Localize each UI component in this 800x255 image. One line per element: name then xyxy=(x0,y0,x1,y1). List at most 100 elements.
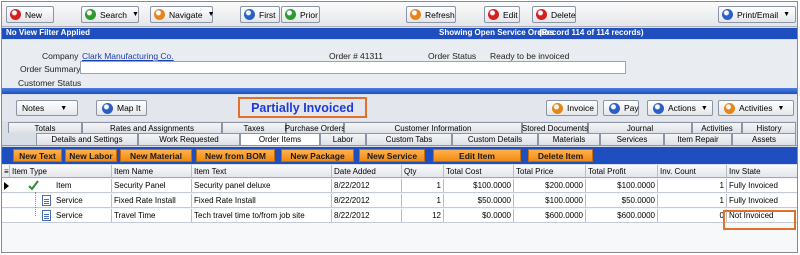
cell-inv-state: Not Invoiced xyxy=(729,211,774,220)
tab-journal[interactable]: Journal xyxy=(588,122,692,133)
cell-total-price: $200.0000 xyxy=(514,179,586,192)
tab-custom-tabs[interactable]: Custom Tabs xyxy=(366,133,452,145)
tab-custom-details[interactable]: Custom Details xyxy=(452,133,538,145)
edit-item-button[interactable]: Edit Item xyxy=(433,149,521,162)
cell-total-profit: $600.0000 xyxy=(586,209,658,222)
tab-totals[interactable]: Totals xyxy=(8,122,82,133)
first-record-icon xyxy=(244,9,255,20)
tab-order-items[interactable]: Order Items xyxy=(240,133,320,145)
tab-stored-documents[interactable]: Stored Documents xyxy=(522,122,588,133)
tab-services[interactable]: Services xyxy=(600,133,664,145)
order-number-label: Order # xyxy=(329,51,358,61)
cell-inv-count: 1 xyxy=(658,179,727,192)
tab-labor[interactable]: Labor xyxy=(320,133,366,145)
new-button[interactable]: New xyxy=(6,6,54,23)
actions-dropdown[interactable]: Actions ▼ xyxy=(647,100,713,116)
cell-total-profit: $100.0000 xyxy=(586,179,658,192)
activities-dropdown[interactable]: Activities ▼ xyxy=(718,100,794,116)
delete-item-button[interactable]: Delete Item xyxy=(528,149,593,162)
column-qty[interactable]: Qty xyxy=(402,165,444,177)
tab-rates-and-assignments[interactable]: Rates and Assignments xyxy=(82,122,222,133)
cell-item-name: Travel Time xyxy=(112,209,192,222)
column-total-price[interactable]: Total Price xyxy=(514,165,586,177)
chevron-down-icon: ▼ xyxy=(783,11,791,18)
new-service-button[interactable]: New Service xyxy=(359,149,425,162)
new-package-button[interactable]: New Package xyxy=(281,149,354,162)
invoice-icon xyxy=(552,102,563,114)
column-total-cost[interactable]: Total Cost xyxy=(444,165,514,177)
item-action-bar: New Text New Labor New Material New from… xyxy=(2,147,797,164)
search-icon xyxy=(85,9,96,20)
cell-total-cost: $100.0000 xyxy=(444,179,514,192)
search-button[interactable]: Search ▼ xyxy=(81,6,139,23)
notes-dropdown[interactable]: Notes ▼ xyxy=(16,100,78,116)
service-order-window: New Search ▼ Navigate ▼ First Prior Refres… xyxy=(1,1,798,253)
column-inv-count[interactable]: Inv. Count xyxy=(658,165,727,177)
delete-button[interactable]: Delete xyxy=(532,6,576,23)
panel-splitter[interactable] xyxy=(2,88,797,94)
cell-date-added: 8/22/2012 xyxy=(332,194,402,207)
new-material-button[interactable]: New Material xyxy=(120,149,192,162)
column-chooser-icon[interactable]: ≡ xyxy=(2,165,10,177)
column-total-profit[interactable]: Total Profit xyxy=(586,165,658,177)
table-row[interactable]: Service Travel Time Tech travel time to/… xyxy=(2,209,797,223)
checkmark-icon xyxy=(28,180,39,191)
company-link[interactable]: Clark Manufacturing Co. xyxy=(82,51,174,61)
tab-purchase-orders[interactable]: Purchase Orders xyxy=(285,122,345,133)
refresh-button[interactable]: Refresh xyxy=(406,6,456,23)
delete-icon xyxy=(536,9,547,20)
column-item-type[interactable]: Item Type xyxy=(10,165,112,177)
edit-button[interactable]: Edit xyxy=(484,6,520,23)
new-text-button[interactable]: New Text xyxy=(13,149,62,162)
document-icon xyxy=(42,210,51,221)
tab-item-repair[interactable]: Item Repair xyxy=(664,133,732,145)
customer-status-label: Customer Status xyxy=(18,78,82,88)
tree-connector xyxy=(35,192,36,216)
print-email-button[interactable]: Print/Email ▼ xyxy=(718,6,796,23)
map-it-button[interactable]: Map It xyxy=(96,100,147,116)
tab-work-requested[interactable]: Work Requested xyxy=(138,133,240,145)
chevron-down-icon: ▼ xyxy=(207,11,215,18)
first-button[interactable]: First xyxy=(240,6,280,23)
cell-inv-count: 0 xyxy=(658,209,727,222)
column-item-text[interactable]: Item Text xyxy=(192,165,332,177)
chevron-down-icon: ▼ xyxy=(700,104,708,112)
printer-icon xyxy=(722,9,733,20)
table-row[interactable]: Item Security Panel Security panel delux… xyxy=(2,179,797,193)
showing-label: Showing Open Service Orders xyxy=(439,28,555,37)
pay-button[interactable]: Pay xyxy=(603,100,639,116)
partially-invoiced-banner: Partially Invoiced xyxy=(238,97,367,118)
chevron-down-icon: ▼ xyxy=(60,104,68,112)
cell-item-text: Tech travel time to/from job site xyxy=(192,209,332,222)
cell-date-added: 8/22/2012 xyxy=(332,179,402,192)
tab-history[interactable]: History xyxy=(742,122,796,133)
main-toolbar: New Search ▼ Navigate ▼ First Prior Refres… xyxy=(2,2,797,27)
filter-status-bar: No View Filter Applied Showing Open Serv… xyxy=(2,28,797,39)
tab-materials[interactable]: Materials xyxy=(538,133,600,145)
new-from-bom-button[interactable]: New from BOM xyxy=(196,149,275,162)
table-row[interactable]: Service Fixed Rate Install Fixed Rate In… xyxy=(2,194,797,208)
new-labor-button[interactable]: New Labor xyxy=(65,149,117,162)
tab-customer-information[interactable]: Customer Information xyxy=(344,122,522,133)
record-count-label: (Record 114 of 114 records) xyxy=(539,28,644,37)
order-number-value: 41311 xyxy=(360,51,384,61)
tab-activities[interactable]: Activities xyxy=(692,122,742,133)
tab-details-and-settings[interactable]: Details and Settings xyxy=(36,133,138,145)
order-status-label: Order Status xyxy=(428,51,477,61)
prior-button[interactable]: Prior xyxy=(281,6,320,23)
refresh-icon xyxy=(410,9,421,20)
column-inv-state[interactable]: Inv State xyxy=(727,165,797,177)
cell-item-name: Security Panel xyxy=(112,179,192,192)
column-date-added[interactable]: Date Added xyxy=(332,165,402,177)
tab-assets[interactable]: Assets xyxy=(732,133,796,145)
current-row-indicator-icon xyxy=(4,182,9,190)
cell-total-cost: $50.0000 xyxy=(444,194,514,207)
edit-icon xyxy=(488,9,499,20)
tab-taxes[interactable]: Taxes xyxy=(222,122,286,133)
chevron-down-icon: ▼ xyxy=(131,11,139,18)
order-summary-field[interactable] xyxy=(80,61,626,74)
column-item-name[interactable]: Item Name xyxy=(112,165,192,177)
navigate-icon xyxy=(154,9,165,20)
invoice-button[interactable]: Invoice xyxy=(546,100,598,116)
navigate-button[interactable]: Navigate ▼ xyxy=(150,6,215,23)
